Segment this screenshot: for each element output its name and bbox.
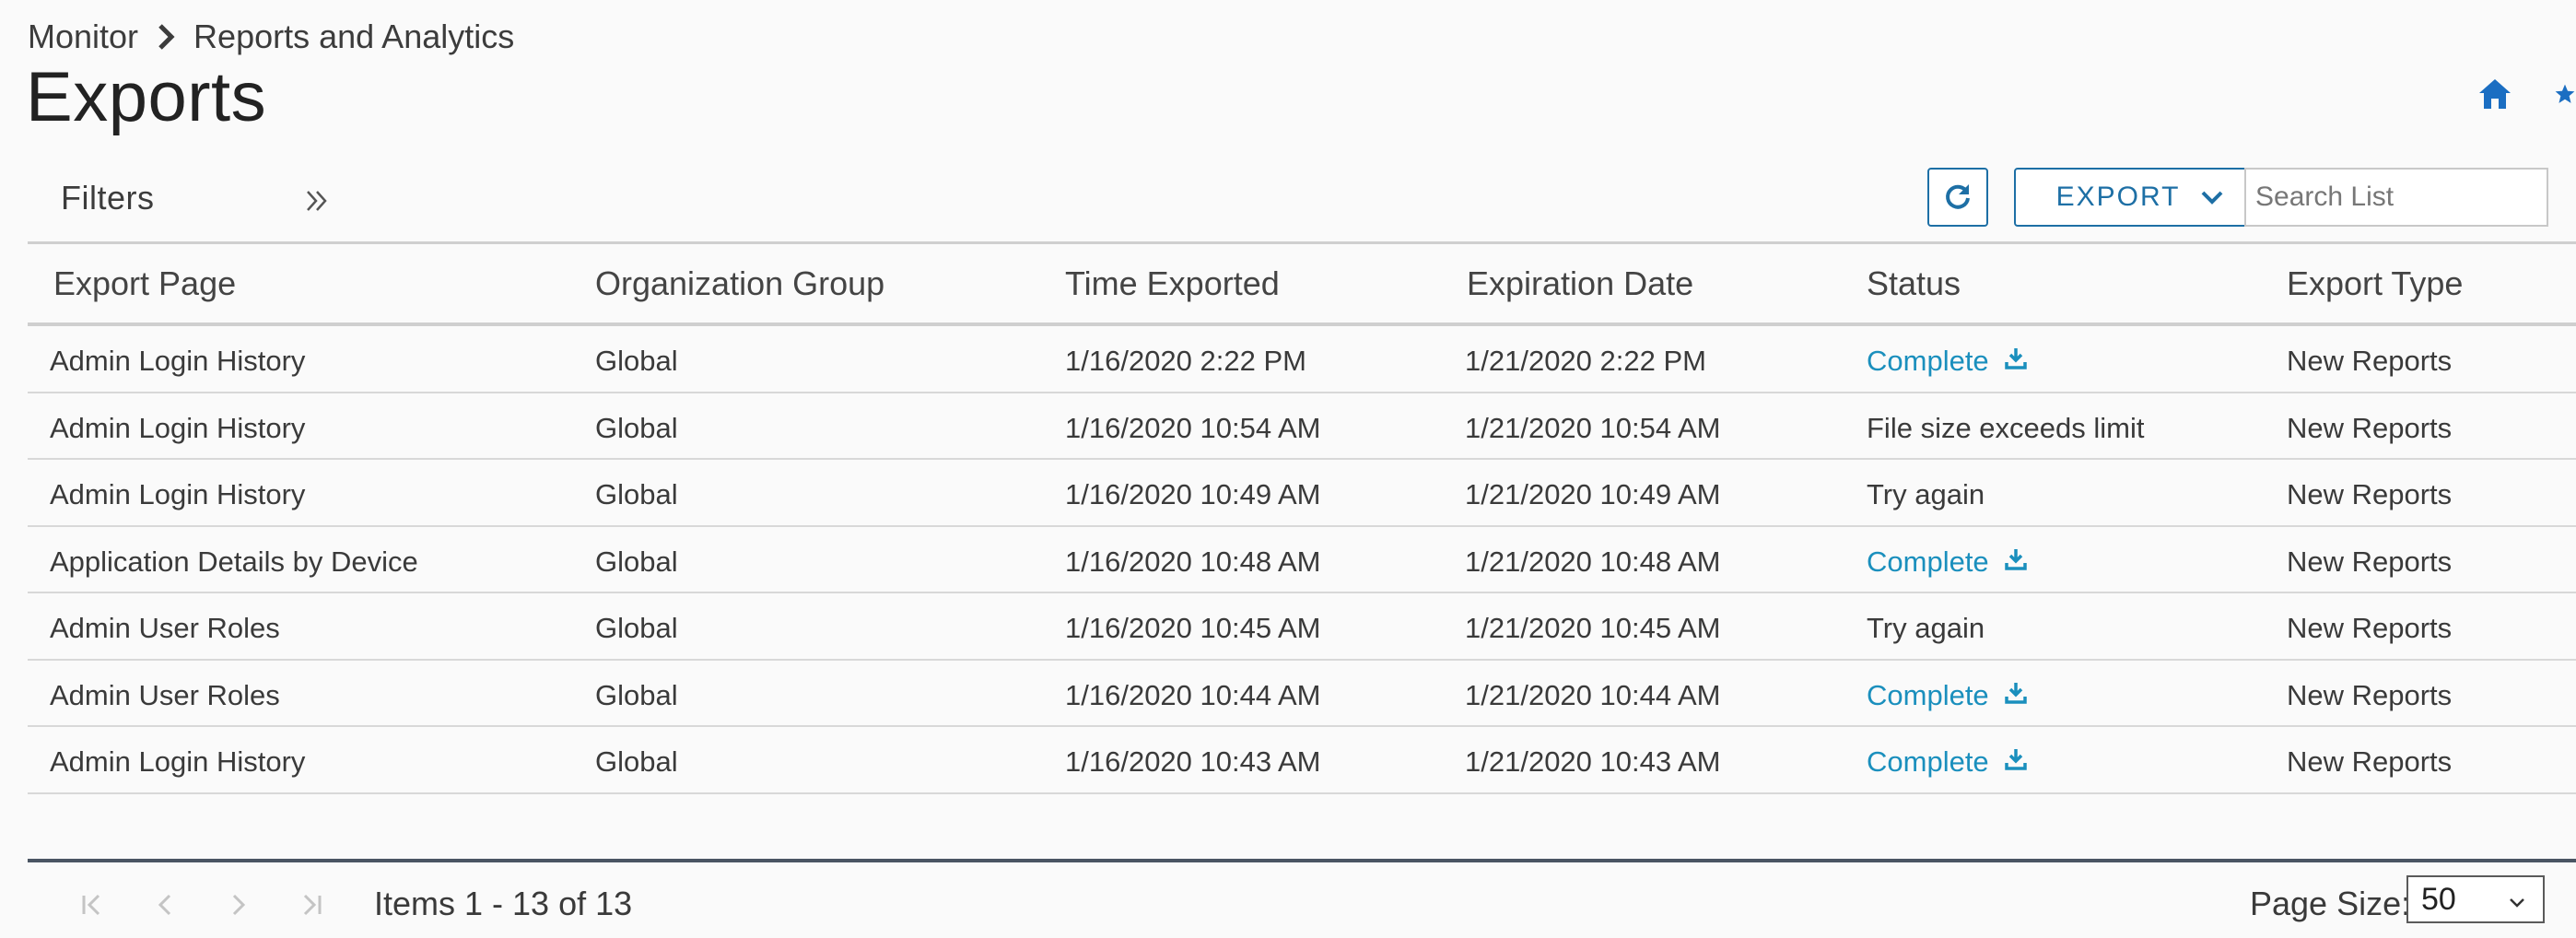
- status-text: Complete: [1867, 345, 1989, 377]
- status-text: Try again: [1867, 612, 1985, 644]
- status-download-link[interactable]: Complete: [1867, 345, 2028, 378]
- status-download-link[interactable]: Complete: [1867, 545, 2028, 579]
- table-row: Admin Login History Global 1/16/2020 2:2…: [28, 326, 2576, 393]
- cell-expiration-date: 1/21/2020 2:22 PM: [1465, 345, 1706, 377]
- table-row: Admin Login History Global 1/16/2020 10:…: [28, 393, 2576, 460]
- last-page-icon[interactable]: [293, 886, 330, 923]
- refresh-button[interactable]: [1927, 168, 1988, 227]
- cell-time-exported: 1/16/2020 2:22 PM: [1065, 345, 1306, 377]
- cell-export-type: New Reports: [2287, 478, 2453, 510]
- cell-export-type: New Reports: [2287, 411, 2453, 444]
- page-size-value: 50: [2421, 881, 2456, 917]
- breadcrumb-monitor[interactable]: Monitor: [28, 18, 138, 56]
- cell-time-exported: 1/16/2020 10:43 AM: [1065, 745, 1321, 778]
- cell-export-page: Admin User Roles: [50, 678, 280, 711]
- cell-export-page: Admin Login History: [50, 411, 306, 444]
- export-button[interactable]: EXPORT: [2014, 168, 2266, 227]
- table-row: Admin User Roles Global 1/16/2020 10:44 …: [28, 661, 2576, 727]
- cell-expiration-date: 1/21/2020 10:44 AM: [1465, 678, 1721, 711]
- status-download-link[interactable]: Complete: [1867, 745, 2028, 779]
- column-header-organization-group[interactable]: Organization Group: [595, 264, 884, 303]
- status-text: Complete: [1867, 678, 1989, 711]
- table-row: Admin Login History Global 1/16/2020 10:…: [28, 727, 2576, 794]
- star-icon[interactable]: [2554, 72, 2576, 116]
- cell-time-exported: 1/16/2020 10:45 AM: [1065, 612, 1321, 644]
- cell-org-group: Global: [595, 678, 678, 711]
- table-row: Admin Login History Global 1/16/2020 10:…: [28, 460, 2576, 527]
- pager-items-count: Items 1 - 13 of 13: [374, 885, 633, 922]
- column-header-status[interactable]: Status: [1867, 264, 1961, 303]
- exports-grid: Export Page Organization Group Time Expo…: [28, 241, 2576, 794]
- cell-export-page: Application Details by Device: [50, 545, 418, 578]
- first-page-icon[interactable]: [74, 886, 111, 923]
- double-chevron-right-icon[interactable]: [297, 181, 337, 221]
- cell-org-group: Global: [595, 478, 678, 510]
- page-size-select[interactable]: 50: [2406, 875, 2545, 923]
- cell-export-type: New Reports: [2287, 612, 2453, 644]
- status-text: Try again: [1867, 478, 1985, 510]
- cell-org-group: Global: [595, 745, 678, 778]
- status-text: File size exceeds limit: [1867, 411, 2145, 444]
- download-icon: [2004, 545, 2028, 579]
- status-download-link[interactable]: Complete: [1867, 679, 2028, 712]
- column-header-expiration-date[interactable]: Expiration Date: [1467, 264, 1693, 303]
- cell-time-exported: 1/16/2020 10:48 AM: [1065, 545, 1321, 578]
- cell-time-exported: 1/16/2020 10:49 AM: [1065, 478, 1321, 510]
- header-actions: [2473, 72, 2576, 116]
- cell-expiration-date: 1/21/2020 10:49 AM: [1465, 478, 1721, 510]
- cell-org-group: Global: [595, 612, 678, 644]
- cell-export-page: Admin Login History: [50, 478, 306, 510]
- filters-label: Filters: [61, 179, 155, 217]
- table-row: Application Details by Device Global 1/1…: [28, 527, 2576, 593]
- column-header-time-exported[interactable]: Time Exported: [1065, 264, 1280, 303]
- search-input[interactable]: [2244, 168, 2548, 227]
- column-header-export-page[interactable]: Export Page: [53, 264, 236, 303]
- download-icon: [2004, 345, 2028, 378]
- chevron-right-icon: [138, 17, 193, 57]
- cell-expiration-date: 1/21/2020 10:48 AM: [1465, 545, 1721, 578]
- cell-export-page: Admin Login History: [50, 345, 306, 377]
- page-size-label: Page Size:: [2250, 885, 2411, 922]
- breadcrumb: Monitor Reports and Analytics: [28, 17, 514, 57]
- exports-page: Monitor Reports and Analytics Exports Fi…: [0, 0, 2576, 938]
- export-button-label: EXPORT: [2055, 182, 2181, 212]
- cell-export-page: Admin Login History: [50, 745, 306, 778]
- cell-expiration-date: 1/21/2020 10:45 AM: [1465, 612, 1721, 644]
- cell-expiration-date: 1/21/2020 10:54 AM: [1465, 411, 1721, 444]
- next-page-icon[interactable]: [219, 886, 256, 923]
- cell-export-type: New Reports: [2287, 745, 2453, 778]
- cell-time-exported: 1/16/2020 10:54 AM: [1065, 411, 1321, 444]
- page-title: Exports: [26, 58, 267, 136]
- grid-toolbar: Filters EXPORT: [28, 166, 2576, 245]
- cell-export-type: New Reports: [2287, 545, 2453, 578]
- download-icon: [2004, 679, 2028, 712]
- chevron-down-icon: [2200, 182, 2224, 213]
- download-icon: [2004, 745, 2028, 779]
- cell-org-group: Global: [595, 545, 678, 578]
- cell-org-group: Global: [595, 411, 678, 444]
- cell-time-exported: 1/16/2020 10:44 AM: [1065, 678, 1321, 711]
- cell-expiration-date: 1/21/2020 10:43 AM: [1465, 745, 1721, 778]
- column-header-export-type[interactable]: Export Type: [2287, 264, 2463, 303]
- status-text: Complete: [1867, 545, 1989, 578]
- breadcrumb-reports-and-analytics[interactable]: Reports and Analytics: [193, 18, 514, 56]
- prev-page-icon[interactable]: [147, 886, 184, 923]
- cell-export-type: New Reports: [2287, 345, 2453, 377]
- home-icon[interactable]: [2473, 72, 2517, 116]
- cell-org-group: Global: [595, 345, 678, 377]
- pager: Items 1 - 13 of 13 Page Size: 50: [28, 859, 2576, 938]
- refresh-icon: [1942, 181, 1973, 215]
- status-text: Complete: [1867, 745, 1989, 778]
- chevron-down-icon: [2508, 882, 2526, 918]
- grid-header: Export Page Organization Group Time Expo…: [28, 241, 2576, 326]
- cell-export-type: New Reports: [2287, 678, 2453, 711]
- table-row: Admin User Roles Global 1/16/2020 10:45 …: [28, 593, 2576, 661]
- cell-export-page: Admin User Roles: [50, 612, 280, 644]
